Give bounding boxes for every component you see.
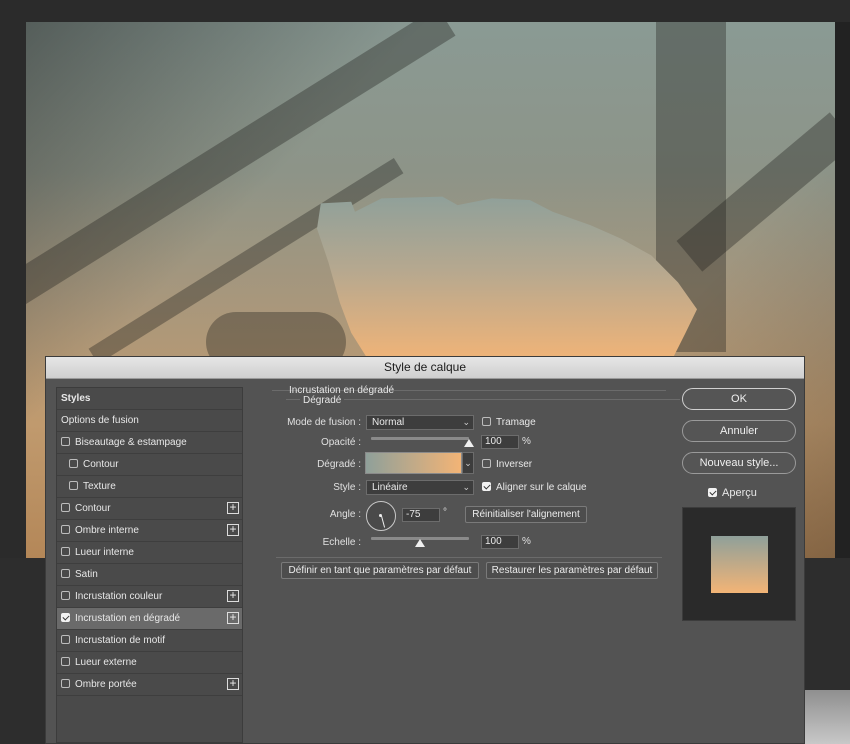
angle-label: Angle : [329,509,361,520]
chevron-down-icon: ⌄ [462,417,470,427]
align-check-box[interactable] [482,482,491,491]
align-label: Aligner sur le calque [496,482,587,493]
style-list-item[interactable]: Incrustation couleur + [57,586,242,608]
dither-check-box[interactable] [482,417,491,426]
blend-mode-value: Normal [372,417,405,428]
gradient-filled-shape [317,196,697,363]
dither-checkbox[interactable]: Tramage [482,417,536,428]
align-checkbox[interactable]: Aligner sur le calque [482,482,587,493]
style-checkbox[interactable] [61,503,70,512]
style-list-label: Styles [61,393,91,404]
opacity-slider-track[interactable] [371,437,469,440]
gradient-picker-chevron-icon[interactable]: ⌄ [462,452,474,474]
style-list-item[interactable]: Options de fusion [57,410,242,432]
style-list-label: Incrustation de motif [75,635,166,646]
style-checkbox[interactable] [61,679,70,688]
scale-unit: % [522,536,531,547]
dither-label: Tramage [496,417,536,428]
style-list-item[interactable]: Lueur externe [57,652,242,674]
reverse-label: Inverser [496,459,533,470]
preview-checkbox[interactable]: Aperçu [708,487,757,499]
chevron-down-icon: ⌄ [462,482,470,492]
add-effect-plus-icon[interactable]: + [227,677,239,690]
style-checkbox[interactable] [69,481,78,490]
style-list-item[interactable]: Contour [57,454,242,476]
opacity-slider-thumb[interactable] [464,439,474,447]
style-checkbox[interactable] [61,635,70,644]
angle-input[interactable]: -75 [402,508,440,522]
blend-mode-label: Mode de fusion : [287,417,361,428]
scale-slider-thumb[interactable] [415,539,425,547]
style-list-item[interactable]: Satin [57,564,242,586]
style-label: Style : [333,482,361,493]
style-list-item[interactable]: Contour + [57,498,242,520]
add-effect-plus-icon[interactable]: + [227,611,239,624]
angle-dial[interactable] [366,501,396,531]
preview-label: Aperçu [722,487,757,499]
styles-list: Styles Options de fusion Biseautage & esta… [56,387,243,743]
scale-input[interactable]: 100 [481,535,519,549]
style-value: Linéaire [372,482,408,493]
style-list-label: Lueur interne [75,547,134,558]
opacity-input[interactable]: 100 [481,435,519,449]
style-list-label: Ombre interne [75,525,139,536]
angle-dial-needle [381,515,386,528]
style-list-label: Contour [75,503,111,514]
style-list-label: Ombre portée [75,679,137,690]
style-list-label: Biseautage & estampage [75,437,187,448]
ok-button[interactable]: OK [682,388,796,410]
style-list-label: Contour [83,459,119,470]
new-style-button[interactable]: Nouveau style... [682,452,796,474]
divider [276,557,662,558]
angle-unit: ° [443,507,447,518]
group-title: Dégradé [300,395,345,406]
style-checkbox[interactable] [69,459,78,468]
layer-style-dialog: Style de calque Styles Options de fusion B… [45,356,805,744]
restore-default-button[interactable]: Restaurer les paramètres par défaut [486,562,658,579]
style-list-label: Incrustation en dégradé [75,613,181,624]
style-list-item[interactable]: Incrustation de motif [57,630,242,652]
opacity-label: Opacité : [320,437,361,448]
style-list-label: Incrustation couleur [75,591,163,602]
reset-alignment-button[interactable]: Réinitialiser l'alignement [465,506,587,523]
reverse-check-box[interactable] [482,459,491,468]
add-effect-plus-icon[interactable]: + [227,501,239,514]
set-default-button[interactable]: Définir en tant que paramètres par défau… [281,562,479,579]
blend-mode-select[interactable]: Normal ⌄ [366,415,474,430]
style-list-item[interactable]: Texture [57,476,242,498]
gradient-label: Dégradé : [317,459,361,470]
opacity-unit: % [522,436,531,447]
style-list-label: Options de fusion [61,415,139,426]
preview-check-box[interactable] [708,488,717,497]
style-list-label: Lueur externe [75,657,137,668]
style-checkbox[interactable] [61,657,70,666]
style-checkbox[interactable] [61,613,70,622]
style-list-item[interactable]: Ombre portée + [57,674,242,696]
reverse-checkbox[interactable]: Inverser [482,459,532,470]
style-list-item[interactable]: Incrustation en dégradé + [57,608,242,630]
style-checkbox[interactable] [61,547,70,556]
dialog-title[interactable]: Style de calque [46,357,804,379]
style-checkbox[interactable] [61,525,70,534]
canvas-border [835,22,850,558]
style-checkbox[interactable] [61,569,70,578]
style-list-label: Texture [83,481,116,492]
gradient-swatch[interactable] [365,452,462,474]
style-list-item[interactable]: Ombre interne + [57,520,242,542]
scale-label: Echelle : [322,537,361,548]
group-divider [286,399,680,400]
add-effect-plus-icon[interactable]: + [227,589,239,602]
style-preview [682,507,796,621]
style-checkbox[interactable] [61,591,70,600]
add-effect-plus-icon[interactable]: + [227,523,239,536]
style-list-item[interactable]: Biseautage & estampage [57,432,242,454]
cancel-button[interactable]: Annuler [682,420,796,442]
style-list-item[interactable]: Lueur interne [57,542,242,564]
style-select[interactable]: Linéaire ⌄ [366,480,474,495]
style-checkbox[interactable] [61,437,70,446]
style-list-label: Satin [75,569,98,580]
workspace-edge [805,690,850,744]
preview-swatch [711,536,768,593]
style-list-item[interactable]: Styles [57,388,242,410]
